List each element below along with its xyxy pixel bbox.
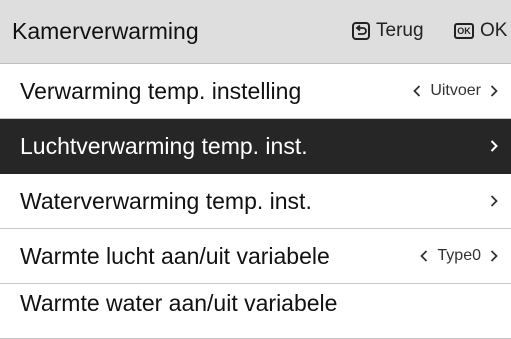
page-title: Kamerverwarming [12,18,199,44]
ok-label: OK [480,20,508,41]
back-button[interactable]: Terug [352,19,424,43]
menu-item-label: Warmte lucht aan/uit variabele [20,243,330,269]
chevron-left-icon[interactable] [412,83,422,99]
menu-item-label: Luchtverwarming temp. inst. [20,133,308,159]
value-selector[interactable]: Uitvoer [412,78,499,104]
chevron-left-icon[interactable] [419,248,429,264]
menu-item-label: Verwarming temp. instelling [20,78,302,104]
menu-item-value: Uitvoer [430,82,481,99]
value-selector[interactable]: Type0 [419,243,499,269]
menu-item-warmte-lucht-variabele[interactable]: Warmte lucht aan/uit variabele Type0 [0,229,511,284]
value-selector[interactable] [489,188,499,214]
menu-item-luchtverwarming-temp[interactable]: Luchtverwarming temp. inst. [0,119,511,174]
menu-item-verwarming-temp[interactable]: Verwarming temp. instelling Uitvoer [0,64,511,119]
return-arrow-icon [352,22,370,40]
header-bar: Kamerverwarming Terug OK OK [0,0,511,64]
menu-item-label: Waterverwarming temp. inst. [20,188,312,214]
ok-button[interactable]: OK OK [454,19,507,43]
menu-item-waterverwarming-temp[interactable]: Waterverwarming temp. inst. [0,174,511,229]
menu-item-value: Type0 [437,247,481,264]
menu-item-label: Warmte water aan/uit variabele [20,290,338,316]
chevron-right-icon[interactable] [489,83,499,99]
chevron-right-icon[interactable] [489,193,499,209]
ok-key-icon: OK [454,23,474,39]
menu-item-warmte-water-variabele[interactable]: Warmte water aan/uit variabele [0,284,511,339]
chevron-right-icon[interactable] [489,138,499,154]
back-label: Terug [376,20,424,41]
value-selector[interactable] [489,133,499,159]
chevron-right-icon[interactable] [489,248,499,264]
